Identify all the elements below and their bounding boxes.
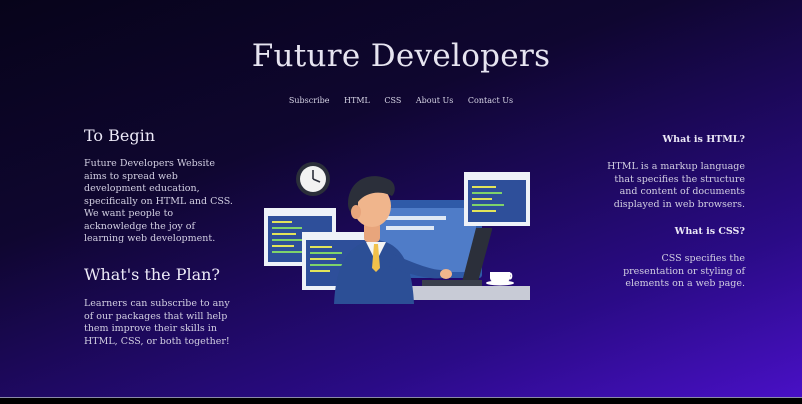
plan-section: What's the Plan? bbox=[84, 265, 234, 284]
clock-icon bbox=[296, 162, 330, 196]
plan-text: Learners can subscribe to any of our pac… bbox=[84, 298, 230, 347]
html-text: HTML is a markup language that specifies… bbox=[607, 161, 745, 210]
plan-heading: What's the Plan? bbox=[84, 265, 221, 284]
coffee-cup-icon bbox=[486, 272, 514, 286]
css-section: What is CSS? bbox=[595, 226, 745, 237]
bottom-bar bbox=[0, 397, 802, 404]
nav-css[interactable]: CSS bbox=[384, 96, 401, 105]
to-begin-text: Future Developers Website aims to spread… bbox=[84, 158, 233, 244]
nav-html[interactable]: HTML bbox=[344, 96, 370, 105]
html-body: HTML is a markup language that specifies… bbox=[603, 161, 745, 211]
nav-contact-us[interactable]: Contact Us bbox=[468, 96, 513, 105]
plan-body: Learners can subscribe to any of our pac… bbox=[84, 298, 234, 348]
css-heading: What is CSS? bbox=[674, 226, 745, 237]
html-section: What is HTML? bbox=[595, 134, 746, 145]
page-title: Future Developers bbox=[251, 38, 551, 74]
html-heading: What is HTML? bbox=[662, 134, 746, 145]
to-begin-heading: To Begin bbox=[84, 126, 156, 145]
code-window-right-icon bbox=[464, 172, 530, 226]
to-begin-section: To Begin bbox=[84, 126, 234, 145]
nav-about-us[interactable]: About Us bbox=[416, 96, 453, 105]
to-begin-body: Future Developers Website aims to spread… bbox=[84, 158, 234, 246]
css-text: CSS specifies the presentation or stylin… bbox=[623, 253, 745, 289]
main-nav: Subscribe HTML CSS About Us Contact Us bbox=[0, 96, 802, 105]
css-body: CSS specifies the presentation or stylin… bbox=[603, 253, 745, 291]
nav-subscribe[interactable]: Subscribe bbox=[289, 96, 330, 105]
developer-illustration bbox=[264, 162, 530, 304]
